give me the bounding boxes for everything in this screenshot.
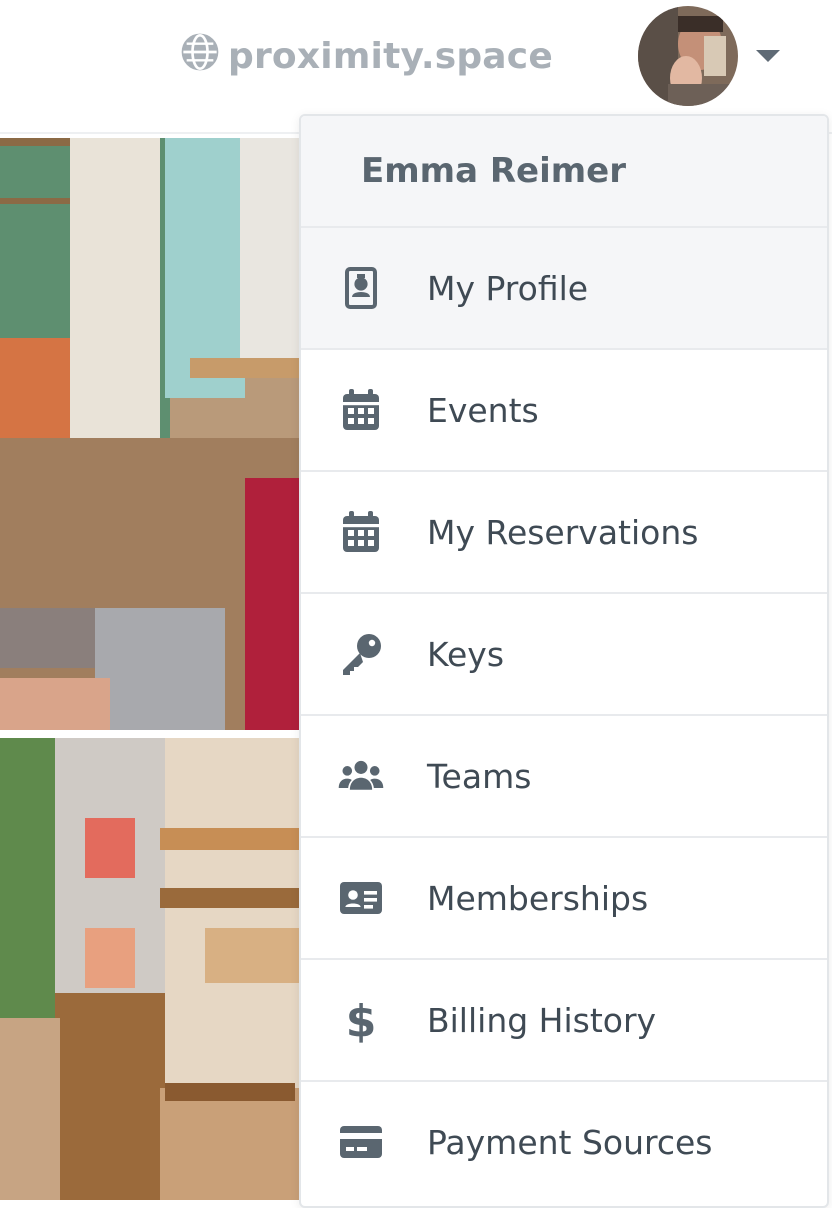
menu-item-billing-history[interactable]: $ Billing History	[301, 960, 827, 1082]
menu-item-my-profile[interactable]: My Profile	[301, 228, 827, 350]
globe-icon	[180, 32, 220, 81]
coworking-photo-bottom	[0, 738, 300, 1200]
site-link[interactable]: proximity.space	[180, 32, 553, 81]
menu-item-my-reservations[interactable]: My Reservations	[301, 472, 827, 594]
id-card-icon	[335, 872, 387, 924]
credit-card-icon	[335, 1116, 387, 1168]
menu-item-events[interactable]: Events	[301, 350, 827, 472]
chevron-down-icon[interactable]	[756, 50, 780, 62]
id-badge-icon	[335, 262, 387, 314]
key-icon	[335, 628, 387, 680]
users-icon	[335, 750, 387, 802]
user-name: Emma Reimer	[361, 151, 627, 191]
menu-item-teams[interactable]: Teams	[301, 716, 827, 838]
calendar-icon	[335, 384, 387, 436]
menu-item-memberships[interactable]: Memberships	[301, 838, 827, 960]
svg-text:$: $	[346, 996, 377, 1044]
menu-item-payment-sources[interactable]: Payment Sources	[301, 1082, 827, 1202]
avatar[interactable]	[638, 6, 738, 106]
site-name: proximity.space	[228, 35, 553, 77]
dollar-icon: $	[335, 994, 387, 1046]
calendar-icon	[335, 506, 387, 558]
menu-item-keys[interactable]: Keys	[301, 594, 827, 716]
user-dropdown-menu: Emma Reimer My Profile Events My Reserva…	[299, 114, 829, 1208]
user-name-header: Emma Reimer	[301, 116, 827, 228]
coworking-photo-top	[0, 138, 300, 730]
